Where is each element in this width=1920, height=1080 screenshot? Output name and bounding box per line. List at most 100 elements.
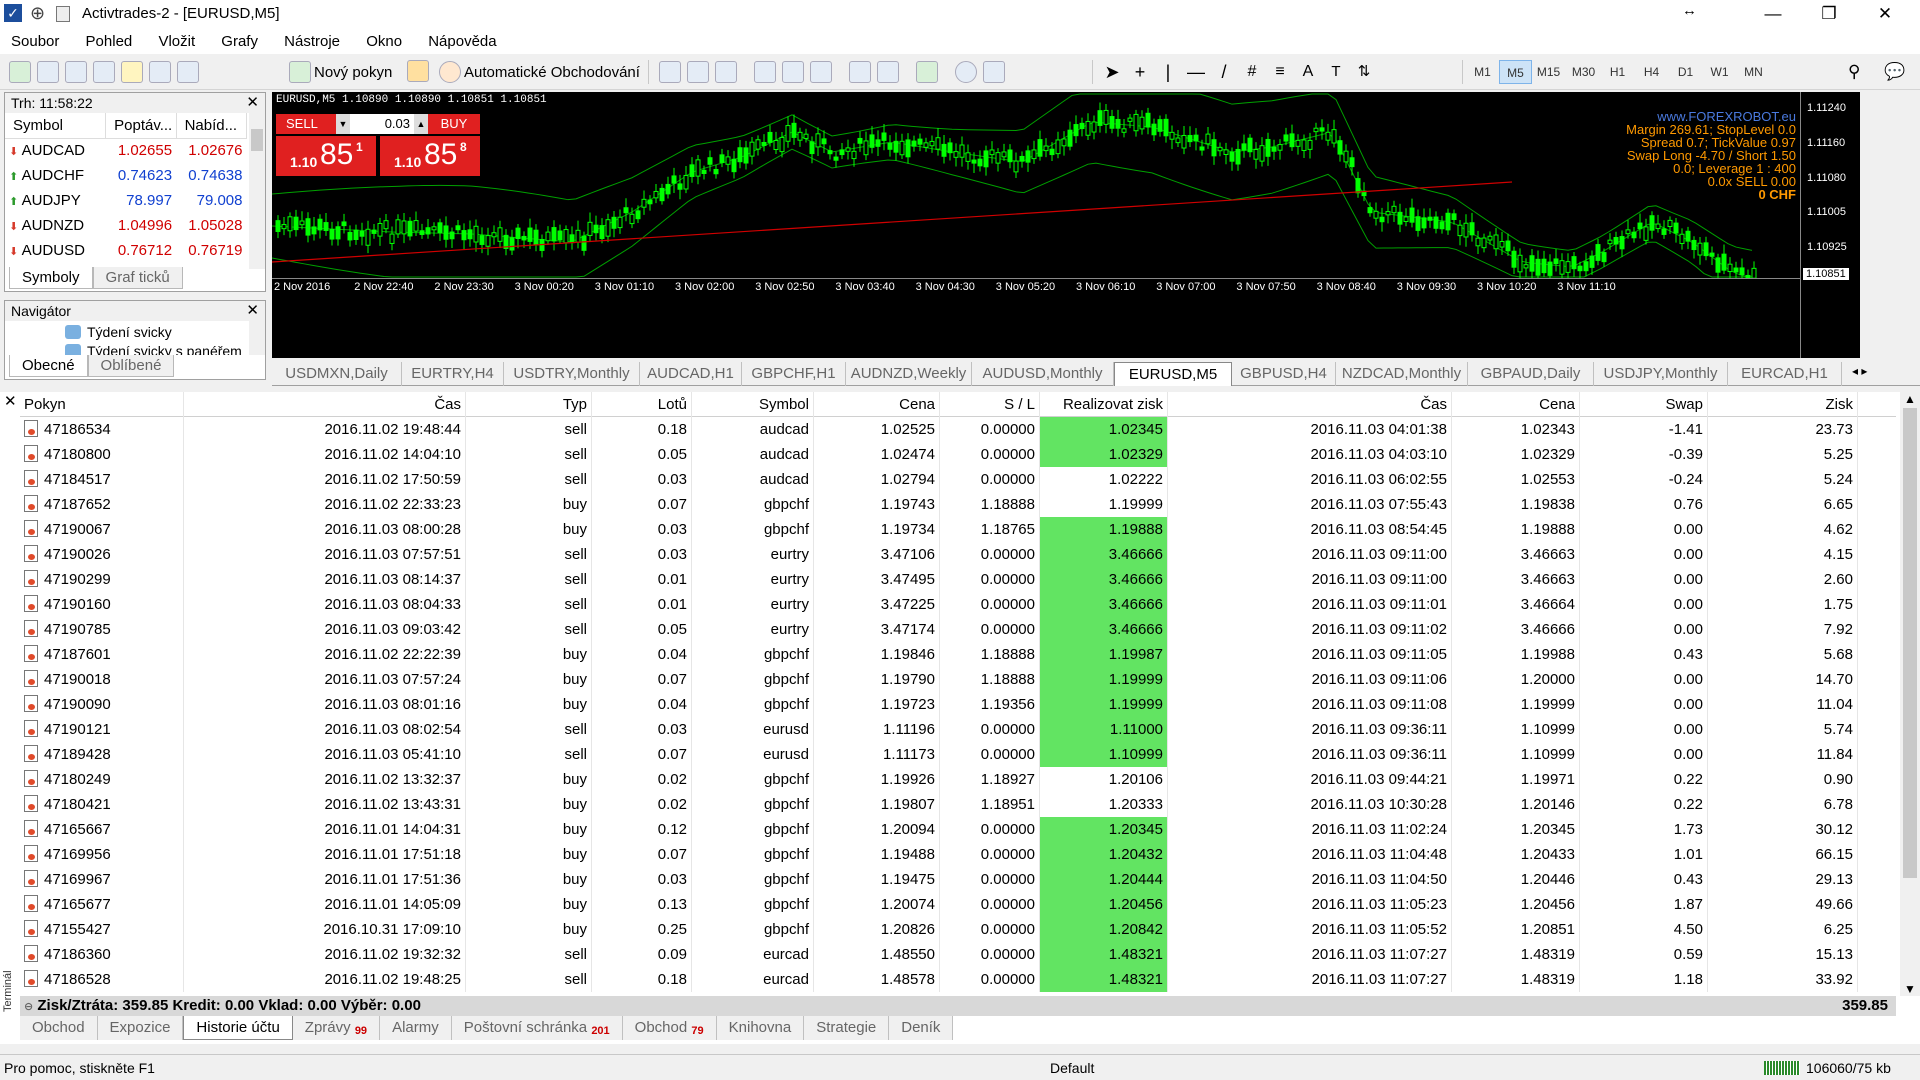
chart-tab[interactable]: USDMXN,Daily [272, 362, 402, 386]
history-row[interactable]: 47190090 2016.11.03 08:01:16 buy 0.04 gbpchf… [20, 692, 1896, 717]
col-header[interactable]: Zisk [1708, 391, 1858, 417]
terminal-tab[interactable]: Obchod 79 [622, 1016, 717, 1040]
history-row[interactable]: 47184517 2016.11.02 17:50:59 sell 0.03 audca… [20, 467, 1896, 492]
terminal-tab[interactable]: Deník [889, 1016, 954, 1040]
channel-icon[interactable]: # [1241, 61, 1263, 83]
fibonacci-icon[interactable]: ≡ [1269, 61, 1291, 83]
tf-mn[interactable]: MN [1737, 60, 1770, 84]
chart-tab[interactable]: AUDCAD,H1 [640, 362, 742, 386]
col-header[interactable]: Pokyn [20, 391, 184, 417]
buy-button[interactable]: 1.10 85 8 [380, 136, 480, 176]
tf-d1[interactable]: D1 [1669, 60, 1702, 84]
history-row[interactable]: 47190160 2016.11.03 08:04:33 sell 0.01 eurtr… [20, 592, 1896, 617]
col-header[interactable]: Swap [1580, 391, 1708, 417]
terminal-tab[interactable]: Historie účtu [183, 1016, 293, 1040]
terminal-tab[interactable]: Poštovní schránka 201 [451, 1016, 623, 1040]
terminal-close-icon[interactable]: ✕ [4, 392, 17, 410]
col-header[interactable]: Symbol [692, 391, 814, 417]
menu-vlozit[interactable]: Vložit [147, 28, 206, 50]
chart-tab[interactable]: EURTRY,H4 [402, 362, 504, 386]
terminal-tab[interactable]: Alarmy [380, 1016, 452, 1040]
price-chart[interactable]: EURUSD,M5 1.10890 1.10890 1.10851 1.1085… [272, 92, 1860, 358]
mw-col-bid[interactable]: Poptáv... [105, 113, 177, 138]
chat-icon[interactable]: 💬 [1884, 62, 1905, 82]
chart-tab[interactable]: USDTRY,Monthly [504, 362, 640, 386]
menu-pohled[interactable]: Pohled [75, 28, 144, 50]
col-header[interactable]: Čas [1168, 391, 1452, 417]
history-row[interactable]: 47155427 2016.10.31 17:09:10 buy 0.25 gbpchf… [20, 917, 1896, 942]
mw-row[interactable]: ⬇ AUDUSD 0.76712 0.76719 [5, 238, 247, 263]
terminal-tab[interactable]: Zprávy 99 [292, 1016, 381, 1040]
history-row[interactable]: 47187601 2016.11.02 22:22:39 buy 0.04 gbpchf… [20, 642, 1896, 667]
chart-tabs-scroll-arrows[interactable]: ◂ ▸ [1852, 364, 1867, 378]
tile-windows-icon[interactable] [810, 61, 832, 83]
history-row[interactable]: 47186528 2016.11.02 19:48:25 sell 0.18 eurca… [20, 967, 1896, 992]
horizontal-line-icon[interactable]: — [1185, 61, 1207, 83]
chart-tab[interactable]: EURUSD,M5 [1114, 362, 1232, 386]
terminal-tab[interactable]: Strategie [804, 1016, 890, 1040]
tab-oblibene[interactable]: Oblíbené [87, 355, 175, 377]
menu-okno[interactable]: Okno [355, 28, 413, 50]
nav-scrollbar[interactable] [249, 321, 265, 355]
history-row[interactable]: 47187652 2016.11.02 22:33:23 buy 0.07 gbpchf… [20, 492, 1896, 517]
tab-symboly[interactable]: Symboly [9, 267, 93, 289]
history-row[interactable]: 47165667 2016.11.01 14:04:31 buy 0.12 gbpchf… [20, 817, 1896, 842]
lot-down-button[interactable]: ▼ [336, 114, 350, 134]
lot-input[interactable]: 0.03 [350, 114, 414, 134]
menu-napoveda[interactable]: Nápověda [417, 28, 507, 50]
terminal-scrollbar[interactable]: ▲ ▼ [1900, 392, 1920, 996]
navigator-icon[interactable] [121, 61, 143, 83]
terminal-tab[interactable]: Expozice [97, 1016, 184, 1040]
tf-m15[interactable]: M15 [1532, 60, 1565, 84]
tab-graf-ticku[interactable]: Graf ticků [92, 267, 183, 289]
col-header[interactable]: Lotů [592, 391, 692, 417]
mw-row[interactable]: ⬆ AUDCHF 0.74623 0.74638 [5, 163, 247, 188]
zoom-out-icon[interactable] [782, 61, 804, 83]
history-row[interactable]: 47190785 2016.11.03 09:03:42 sell 0.05 eurtr… [20, 617, 1896, 642]
tf-w1[interactable]: W1 [1703, 60, 1736, 84]
history-row[interactable]: 47190018 2016.11.03 07:57:24 buy 0.07 gbpchf… [20, 667, 1896, 692]
zoom-in-icon[interactable] [754, 61, 776, 83]
chart-tab[interactable]: USDJPY,Monthly [1594, 362, 1728, 386]
history-row[interactable]: 47180421 2016.11.02 13:43:31 buy 0.02 gbpchf… [20, 792, 1896, 817]
history-row[interactable]: 47190067 2016.11.03 08:00:28 buy 0.03 gbpchf… [20, 517, 1896, 542]
trendline-icon[interactable]: / [1213, 61, 1235, 83]
chart-tab[interactable]: GBPUSD,H4 [1232, 362, 1336, 386]
candle-chart-icon[interactable] [687, 61, 709, 83]
history-row[interactable]: 47169967 2016.11.01 17:51:36 buy 0.03 gbpchf… [20, 867, 1896, 892]
menu-soubor[interactable]: Soubor [0, 28, 70, 50]
col-header[interactable]: S / L [940, 391, 1040, 417]
col-header[interactable]: Cena [814, 391, 940, 417]
indicators-icon[interactable] [916, 61, 938, 83]
chart-tab[interactable]: GBPAUD,Daily [1468, 362, 1594, 386]
text-icon[interactable]: A [1297, 61, 1319, 83]
auto-trading-button[interactable]: Automatické Obchodování [436, 59, 640, 85]
mw-row[interactable]: ⬇ AUDCAD 1.02655 1.02676 [5, 138, 247, 163]
tf-m30[interactable]: M30 [1567, 60, 1600, 84]
tf-m5[interactable]: M5 [1499, 60, 1532, 84]
market-watch-icon[interactable] [65, 61, 87, 83]
history-row[interactable]: 47190026 2016.11.03 07:57:51 sell 0.03 eurtr… [20, 542, 1896, 567]
line-chart-icon[interactable] [715, 61, 737, 83]
history-row[interactable]: 47186360 2016.11.02 19:32:32 sell 0.09 eurca… [20, 942, 1896, 967]
minimize-button[interactable]: — [1750, 0, 1796, 28]
collapse-icon[interactable]: ⊖ [20, 1001, 33, 1013]
crosshair-icon[interactable]: ⊕ [30, 3, 45, 24]
history-row[interactable]: 47190299 2016.11.03 08:14:37 sell 0.01 eurtr… [20, 567, 1896, 592]
bar-chart-icon[interactable] [659, 61, 681, 83]
history-row[interactable]: 47180800 2016.11.02 14:04:10 sell 0.05 audca… [20, 442, 1896, 467]
col-header[interactable]: Čas [184, 391, 466, 417]
terminal-tab[interactable]: Obchod [20, 1016, 98, 1040]
nav-item-tydeni-svicky-panerem[interactable]: Týdení svicky s panéřem [65, 343, 242, 355]
mw-col-ask[interactable]: Nabíd... [176, 113, 248, 138]
history-row[interactable]: 47189428 2016.11.03 05:41:10 sell 0.07 eurus… [20, 742, 1896, 767]
mw-row[interactable]: ⬇ AUDNZD 1.04996 1.05028 [5, 213, 247, 238]
search-icon[interactable]: ⚲ [1848, 62, 1860, 82]
chart-tab[interactable]: GBPCHF,H1 [742, 362, 846, 386]
chart-tab[interactable]: NZDCAD,Monthly [1336, 362, 1468, 386]
resize-arrows-icon[interactable]: ↔ [1682, 2, 1697, 19]
history-row[interactable]: 47180249 2016.11.02 13:32:37 buy 0.02 gbpchf… [20, 767, 1896, 792]
new-chart-icon[interactable] [9, 61, 31, 83]
text-label-icon[interactable]: T [1325, 61, 1347, 83]
tab-obecne[interactable]: Obecné [9, 355, 88, 377]
